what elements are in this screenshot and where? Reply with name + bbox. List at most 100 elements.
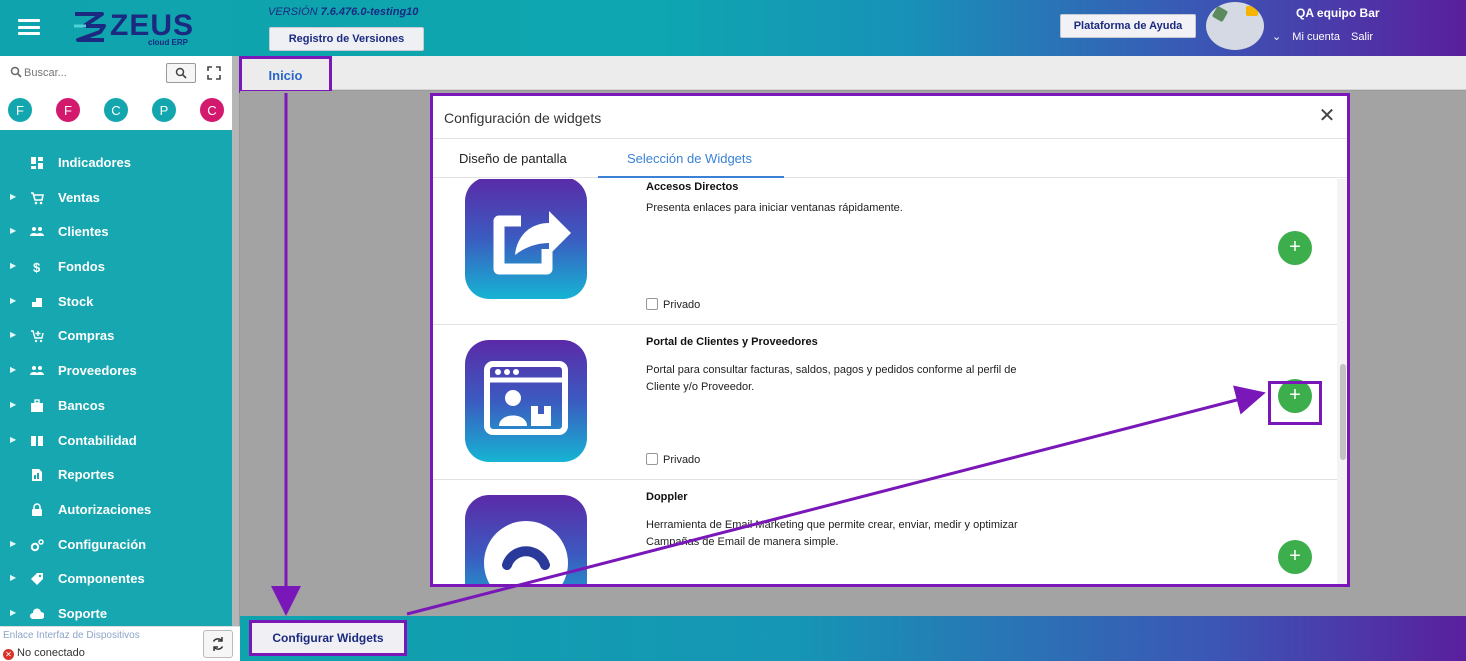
avatar[interactable] bbox=[1206, 2, 1264, 50]
modal-scrollbar-thumb[interactable] bbox=[1340, 364, 1346, 460]
dollar-icon: $ bbox=[33, 260, 41, 274]
sidebar-item-label: Fondos bbox=[58, 259, 105, 275]
lock-icon bbox=[32, 503, 42, 516]
widget-description: Herramienta de Email Marketing que permi… bbox=[646, 519, 1018, 548]
widget-description: Portal para consultar facturas, saldos, … bbox=[646, 364, 1017, 393]
checkbox-icon[interactable] bbox=[646, 298, 658, 310]
quick-access-1[interactable]: F bbox=[55, 97, 81, 123]
sidebar: FFCPC Indicadores▶Ventas▶Clientes▶$Fondo… bbox=[0, 56, 232, 626]
sidebar-item-bancos[interactable]: ▶ Bancos bbox=[0, 389, 232, 424]
expand-arrow-icon: ▶ bbox=[10, 607, 17, 617]
widget-item-portal: Portal de Clientes y Proveedores Portal … bbox=[433, 326, 1337, 480]
close-icon[interactable]: ✕ bbox=[1317, 106, 1337, 126]
device-link-panel: Enlace Interfaz de Dispositivos ✕ No cone… bbox=[0, 626, 240, 661]
refresh-button[interactable] bbox=[203, 630, 233, 658]
expand-arrow-icon: ▶ bbox=[10, 226, 17, 236]
help-platform-button[interactable]: Plataforma de Ayuda bbox=[1060, 14, 1196, 38]
sidebar-item-label: Ventas bbox=[58, 189, 100, 205]
expand-arrow-icon: ▶ bbox=[10, 261, 17, 271]
sidebar-item-proveedores[interactable]: ▶ Proveedores bbox=[0, 354, 232, 389]
tab-screen-layout[interactable]: Diseño de pantalla bbox=[459, 151, 567, 166]
device-link-label: Enlace Interfaz de Dispositivos bbox=[3, 630, 140, 641]
sidebar-item-fondos[interactable]: ▶ $ Fondos bbox=[0, 250, 232, 285]
sidebar-item-label: Reportes bbox=[58, 467, 115, 483]
cloud-icon bbox=[30, 608, 44, 619]
expand-arrow-icon: ▶ bbox=[10, 295, 17, 305]
quick-access-4[interactable]: C bbox=[199, 97, 225, 123]
sidebar-item-autorizaciones[interactable]: Autorizaciones bbox=[0, 493, 232, 528]
svg-text:$: $ bbox=[33, 260, 41, 274]
top-header: ZEUS cloud ERP VERSIÓN 7.6.476.0-testing… bbox=[0, 0, 1466, 56]
book-icon bbox=[31, 435, 43, 446]
search-input[interactable] bbox=[24, 64, 154, 82]
hamburger-menu-icon[interactable] bbox=[18, 19, 40, 35]
sidebar-search bbox=[0, 56, 232, 90]
sidebar-item-componentes[interactable]: ▶ Componentes bbox=[0, 562, 232, 597]
sidebar-scrollbar[interactable] bbox=[232, 56, 239, 626]
avatar-mark-icon bbox=[1211, 5, 1229, 23]
logo-subtitle: cloud ERP bbox=[148, 38, 189, 47]
add-button-highlight bbox=[1268, 381, 1322, 425]
widget-title: Accesos Directos bbox=[646, 181, 739, 193]
widget-title: Doppler bbox=[646, 491, 688, 503]
version-log-button[interactable]: Registro de Versiones bbox=[269, 27, 424, 51]
sidebar-item-stock[interactable]: ▶ Stock bbox=[0, 285, 232, 320]
refresh-icon bbox=[212, 637, 224, 651]
sidebar-item-label: Contabilidad bbox=[58, 432, 137, 448]
portal-icon bbox=[465, 340, 587, 462]
private-label: Privado bbox=[663, 299, 701, 311]
sidebar-item-label: Configuración bbox=[58, 536, 147, 552]
version-prefix: VERSIÓN bbox=[268, 6, 318, 18]
quick-access-3[interactable]: P bbox=[151, 97, 177, 123]
widget-title: Portal de Clientes y Proveedores bbox=[646, 336, 818, 348]
connection-status: ✕ No conectado bbox=[3, 647, 85, 660]
box-icon bbox=[32, 297, 42, 307]
quick-access-bar: FFCPC bbox=[0, 90, 232, 130]
sidebar-item-compras[interactable]: ▶ Compras bbox=[0, 319, 232, 354]
my-account-link[interactable]: Mi cuenta bbox=[1292, 31, 1340, 43]
expand-arrow-icon: ▶ bbox=[10, 365, 17, 375]
sidebar-item-label: Soporte bbox=[58, 605, 108, 621]
logout-link[interactable]: Salir bbox=[1351, 31, 1373, 43]
sidebar-item-contabilidad[interactable]: ▶ Contabilidad bbox=[0, 424, 232, 459]
modal-title: Configuración de widgets bbox=[444, 110, 602, 126]
sidebar-item-configuracion[interactable]: ▶ Configuración bbox=[0, 528, 232, 563]
fullscreen-icon[interactable] bbox=[207, 66, 221, 80]
bottom-bar bbox=[240, 616, 1466, 661]
search-icon bbox=[10, 66, 22, 78]
quick-access-0[interactable]: F bbox=[7, 97, 33, 123]
sidebar-item-label: Clientes bbox=[58, 224, 109, 240]
tab-home[interactable]: Inicio bbox=[239, 56, 332, 93]
quick-access-2[interactable]: C bbox=[103, 97, 129, 123]
add-widget-button[interactable]: + bbox=[1278, 231, 1312, 265]
tab-widget-selection[interactable]: Selección de Widgets bbox=[627, 151, 752, 166]
sidebar-item-ventas[interactable]: ▶ Ventas bbox=[0, 181, 232, 216]
cart-plus-icon bbox=[31, 330, 44, 343]
private-checkbox[interactable]: Privado bbox=[646, 298, 700, 311]
expand-arrow-icon: ▶ bbox=[10, 434, 17, 444]
configure-widgets-button[interactable]: Configurar Widgets bbox=[249, 620, 407, 656]
sidebar-item-reportes[interactable]: Reportes bbox=[0, 458, 232, 493]
sidebar-item-label: Stock bbox=[58, 293, 94, 309]
doppler-icon-graphic bbox=[484, 521, 568, 584]
version-label: VERSIÓN 7.6.476.0-testing10 bbox=[268, 6, 418, 18]
expand-arrow-icon: ▶ bbox=[10, 191, 17, 201]
sidebar-item-label: Indicadores bbox=[58, 155, 131, 170]
briefcase-icon bbox=[31, 399, 43, 412]
sidebar-item-label: Componentes bbox=[58, 571, 145, 587]
error-icon: ✕ bbox=[3, 649, 14, 660]
private-checkbox[interactable]: Privado bbox=[646, 453, 700, 466]
zeus-logo-mark-icon bbox=[74, 12, 106, 42]
chevron-down-icon[interactable]: ⌄ bbox=[1272, 31, 1281, 43]
search-button[interactable] bbox=[166, 63, 196, 83]
add-widget-button[interactable]: + bbox=[1278, 540, 1312, 574]
sidebar-item-indicadores[interactable]: Indicadores bbox=[0, 146, 232, 181]
dashboard-icon bbox=[31, 157, 43, 169]
expand-arrow-icon: ▶ bbox=[10, 330, 17, 340]
sidebar-item-clientes[interactable]: ▶ Clientes bbox=[0, 215, 232, 250]
cart-icon bbox=[31, 191, 44, 204]
search-icon bbox=[175, 67, 187, 79]
user-links: ⌄ Mi cuenta Salir bbox=[1272, 30, 1381, 43]
zeus-logo: ZEUS cloud ERP bbox=[72, 8, 193, 48]
checkbox-icon[interactable] bbox=[646, 453, 658, 465]
